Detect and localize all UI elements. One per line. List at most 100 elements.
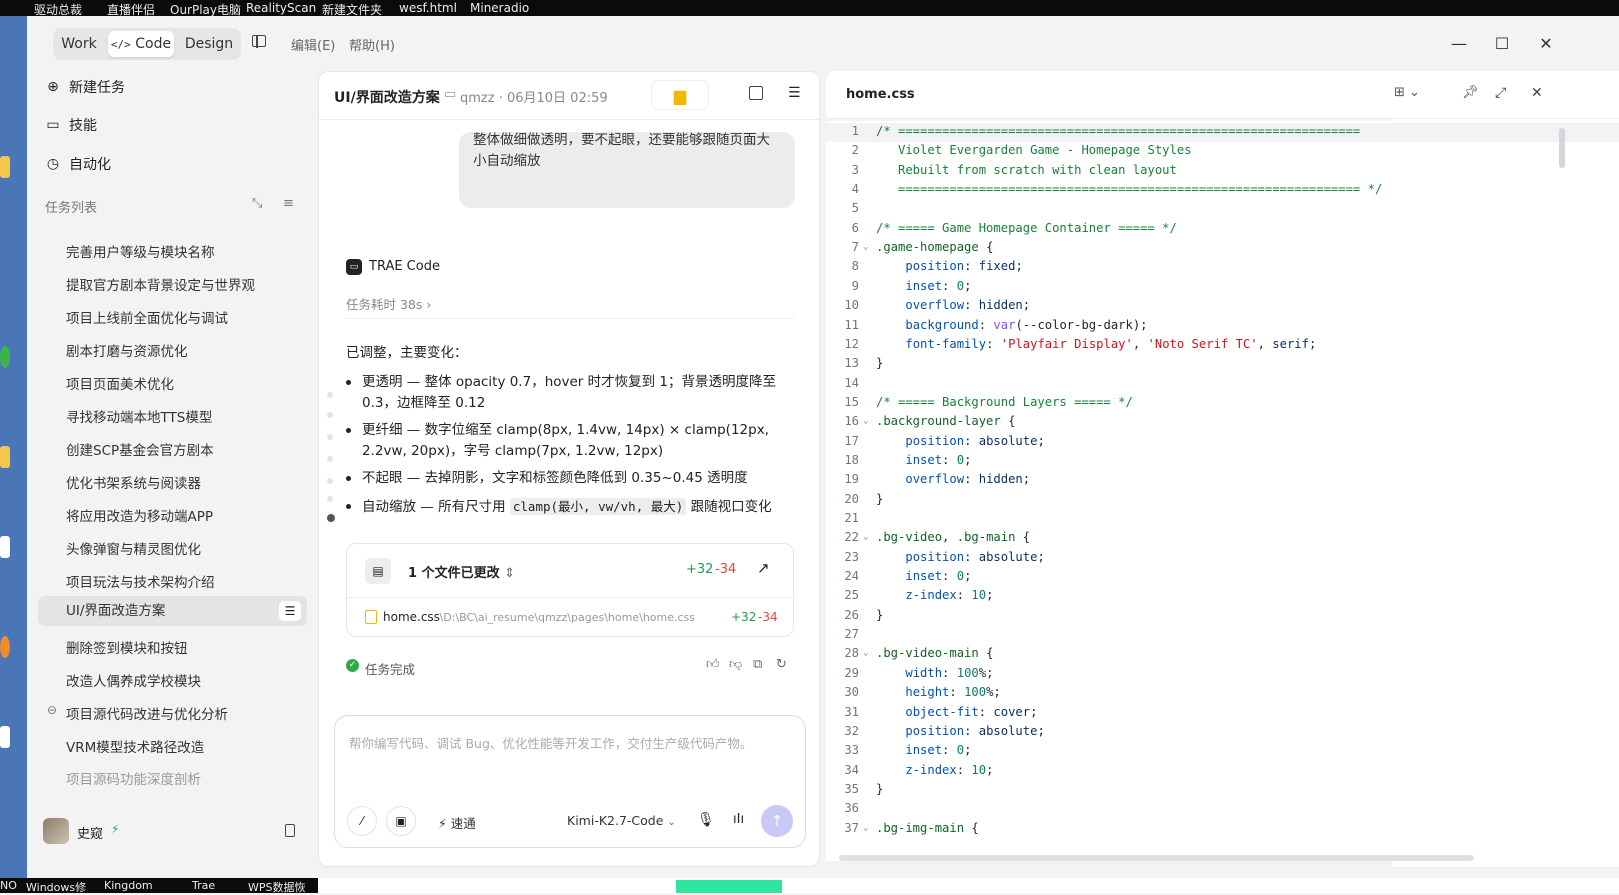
terminal-icon[interactable] (749, 86, 763, 100)
copy-icon[interactable]: ⧉ (753, 657, 762, 672)
slash-command-button[interactable]: ⁄ (347, 806, 377, 836)
task-item[interactable]: 改造人偶养成学校模块 (66, 670, 201, 696)
task-duration[interactable]: 任务耗时 38s › (346, 294, 431, 313)
nav-automation[interactable]: ◷ 自动化 (45, 151, 111, 177)
code-line[interactable]: .background-layer { (876, 414, 1015, 428)
task-item[interactable]: 剧本打磨与资源优化 (66, 340, 188, 366)
code-line[interactable]: /* =====================================… (876, 124, 1360, 138)
code-line[interactable]: ========================================… (876, 182, 1382, 196)
filter-icon[interactable]: ≡ (283, 196, 294, 211)
task-item-active[interactable]: UI/界面改造方案 (38, 596, 307, 626)
task-item[interactable]: 头像弹窗与精灵图优化 (66, 538, 201, 564)
thumbs-up-icon[interactable]: 👍︎ (706, 657, 720, 672)
code-line[interactable]: overflow: hidden; (876, 298, 1030, 312)
task-item[interactable]: 项目源代码改进与优化分析 (66, 703, 228, 729)
device-icon[interactable] (285, 824, 295, 837)
code-line[interactable]: object-fit: cover; (876, 705, 1037, 719)
expand-icon[interactable]: ⤢ (1495, 85, 1506, 101)
model-selector[interactable]: Kimi-K2.7-Code ⌄ (567, 813, 676, 828)
code-line[interactable]: background: var(--color-bg-dark); (876, 318, 1147, 332)
sidebar-toggle-icon[interactable] (252, 35, 266, 48)
taskbar-item[interactable]: Kingdom (104, 879, 153, 892)
task-item[interactable]: 项目上线前全面优化与调试 (66, 307, 228, 333)
code-line[interactable]: Violet Evergarden Game - Homepage Styles (876, 143, 1192, 157)
collapse-icon[interactable]: ⤡ (252, 196, 262, 211)
minimize-icon[interactable]: — (1447, 32, 1471, 56)
code-line[interactable]: Rebuilt from scratch with clean layout (876, 163, 1177, 177)
horizontal-scrollbar[interactable] (839, 855, 1474, 861)
fold-chevron-icon[interactable]: ⌄ (863, 648, 868, 658)
code-line[interactable]: inset: 0; (876, 743, 971, 757)
taskbar-item[interactable]: Mineradio (470, 1, 529, 15)
fold-chevron-icon[interactable]: ⌄ (863, 823, 868, 833)
taskbar-item[interactable]: Trae (192, 879, 215, 892)
code-line[interactable]: z-index: 10; (876, 763, 993, 777)
open-folder-button[interactable]: ▆ (651, 80, 709, 110)
fold-chevron-icon[interactable]: ⌄ (863, 416, 868, 426)
task-item[interactable]: 优化书架系统与阅读器 (66, 472, 201, 498)
microphone-icon[interactable]: 🎙︎ (697, 812, 715, 828)
task-tree-icon[interactable]: ☰ (279, 601, 301, 621)
vertical-scrollbar[interactable] (1559, 128, 1565, 168)
code-line[interactable]: } (876, 608, 883, 622)
editor-tab-filename[interactable]: home.css (846, 87, 915, 102)
files-changed-summary[interactable]: 1 个文件已更改 ⇕ (408, 562, 515, 581)
task-item[interactable]: 项目源码功能深度剖析 (66, 768, 201, 794)
task-item[interactable]: 提取官方剧本背景设定与世界观 (66, 274, 255, 300)
task-item[interactable]: 项目页面美术优化 (66, 373, 174, 399)
code-line[interactable]: position: fixed; (876, 259, 1022, 273)
close-panel-icon[interactable]: ✕ (1531, 85, 1543, 101)
code-line[interactable]: position: absolute; (876, 724, 1044, 738)
task-item[interactable]: 项目玩法与技术架构介绍 (66, 571, 215, 597)
nav-new-task[interactable]: ⊕ 新建任务 (45, 74, 125, 100)
desktop-icon[interactable] (0, 536, 10, 558)
mode-design-button[interactable]: Design (181, 31, 237, 57)
collapse-group-icon[interactable]: ⊖ (47, 703, 57, 717)
prompt-input[interactable]: 帮你编写代码、调试 Bug、优化性能等开发工作，交付生产级代码产物。 (349, 733, 789, 752)
taskbar-item[interactable]: wesf.html (399, 1, 457, 15)
open-external-icon[interactable]: ↗ (757, 559, 770, 577)
code-editor[interactable]: 1 /* ====================================… (826, 121, 1619, 861)
code-line[interactable]: /* ===== Background Layers ===== */ (876, 395, 1133, 409)
code-line[interactable]: .bg-video, .bg-main { (876, 530, 1030, 544)
menu-edit[interactable]: 编辑(E) (291, 35, 335, 54)
code-line[interactable]: } (876, 782, 883, 796)
fold-chevron-icon[interactable]: ⌄ (863, 532, 868, 542)
outline-icon[interactable]: ☰ (788, 85, 801, 101)
taskbar-item[interactable]: NO (0, 879, 17, 892)
code-line[interactable]: z-index: 10; (876, 588, 993, 602)
code-line[interactable]: overflow: hidden; (876, 472, 1030, 486)
voice-wave-icon[interactable]: ıIı (733, 812, 744, 827)
send-button[interactable]: ↑ (761, 805, 793, 837)
code-line[interactable]: font-family: 'Playfair Display', 'Noto S… (876, 337, 1316, 351)
desktop-icon[interactable] (0, 346, 10, 368)
code-line[interactable]: width: 100%; (876, 666, 993, 680)
task-item[interactable]: 完善用户等级与模块名称 (66, 241, 215, 267)
code-line[interactable]: } (876, 492, 883, 506)
code-line[interactable]: height: 100%; (876, 685, 1000, 699)
retry-icon[interactable]: ↻ (776, 657, 787, 672)
code-line[interactable]: /* ===== Game Homepage Container ===== *… (876, 221, 1177, 235)
code-line[interactable]: .game-homepage { (876, 240, 993, 254)
desktop-icon[interactable] (0, 446, 10, 468)
attach-image-button[interactable]: ▣ (386, 806, 416, 836)
pin-icon[interactable]: 📌︎ (1462, 85, 1479, 100)
menu-help[interactable]: 帮助(H) (349, 35, 395, 54)
changed-file-name[interactable]: home.css (383, 610, 440, 624)
task-item[interactable]: VRM模型技术路径改造 (66, 736, 204, 762)
close-icon[interactable]: ✕ (1534, 32, 1558, 56)
code-line[interactable]: inset: 0; (876, 279, 971, 293)
fold-chevron-icon[interactable]: ⌄ (863, 242, 868, 252)
code-line[interactable]: inset: 0; (876, 453, 971, 467)
code-line[interactable]: } (876, 356, 883, 370)
code-line[interactable]: inset: 0; (876, 569, 971, 583)
mode-code-button[interactable]: </> Code (108, 31, 174, 57)
nav-skills[interactable]: ▭ 技能 (45, 112, 97, 138)
maximize-icon[interactable]: ☐ (1490, 32, 1514, 56)
code-line[interactable]: position: absolute; (876, 434, 1044, 448)
desktop-icon[interactable] (0, 726, 10, 748)
mode-work-button[interactable]: Work (57, 31, 101, 57)
code-line[interactable]: position: absolute; (876, 550, 1044, 564)
desktop-icon[interactable] (0, 636, 10, 658)
taskbar-item[interactable]: RealityScan (246, 1, 316, 15)
